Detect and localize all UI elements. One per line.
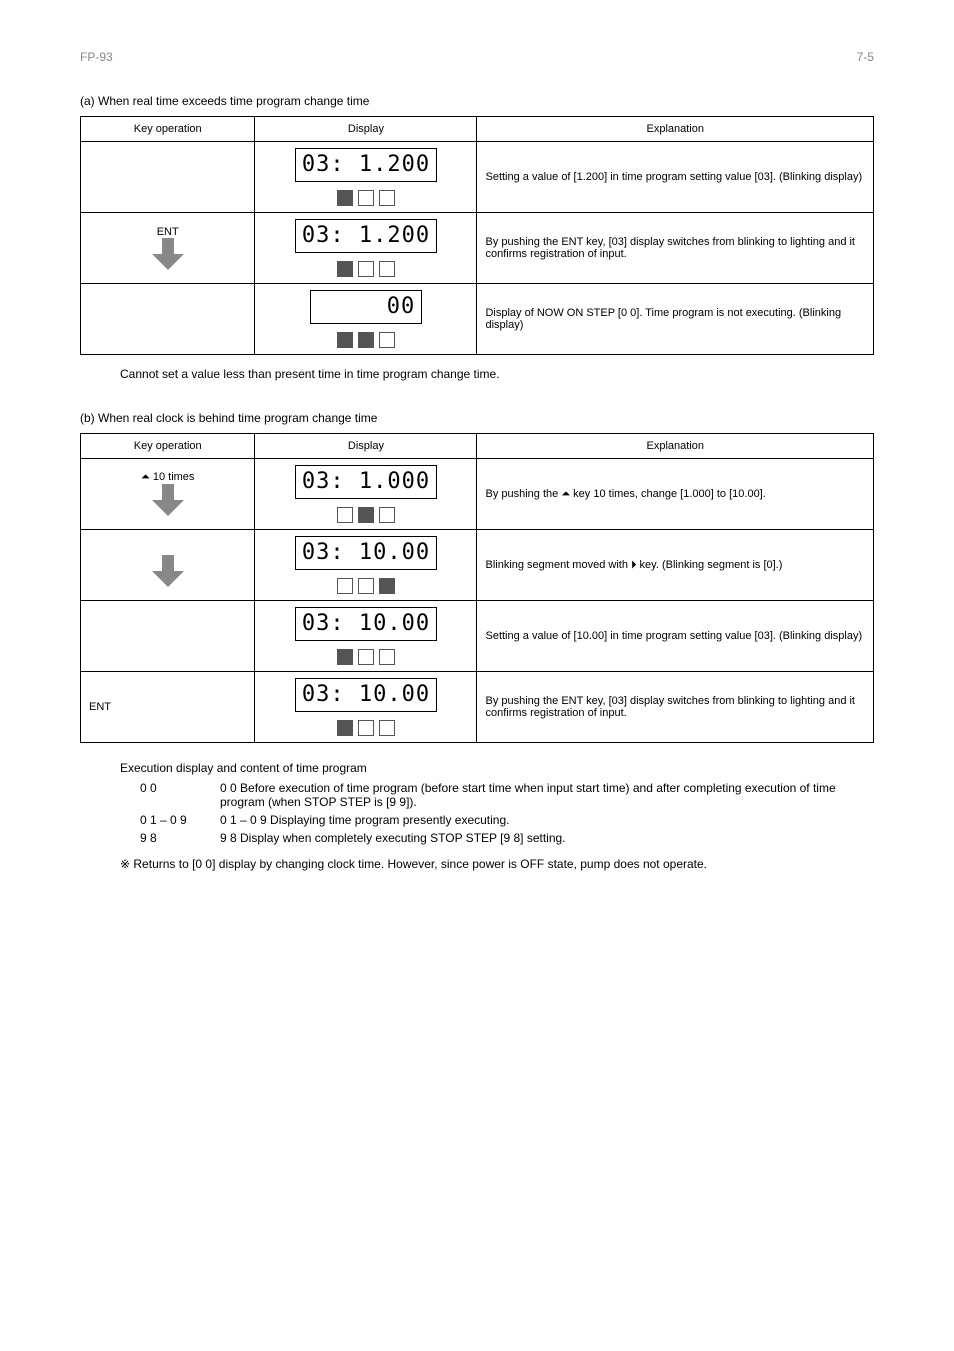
indicator-box xyxy=(379,332,395,348)
indicator-box xyxy=(379,649,395,665)
lcd-display: 03: 1.200 xyxy=(295,148,437,182)
key-label: ENT xyxy=(89,226,246,238)
display-cell: 00 xyxy=(255,284,477,355)
table-row: 03: 10.00 Setting a value of [10.00] in … xyxy=(81,601,874,672)
table-row: 03: 1.200 Setting a value of [1.200] in … xyxy=(81,142,874,213)
indicator-box xyxy=(358,507,374,523)
indicator-box xyxy=(358,720,374,736)
indicator-box xyxy=(358,190,374,206)
indicator-box xyxy=(337,578,353,594)
explanation-cell: By pushing the ENT key, [03] display swi… xyxy=(477,213,874,284)
indicator-box xyxy=(379,507,395,523)
indicator-boxes xyxy=(263,649,468,665)
display-cell: 03: 10.00 xyxy=(255,672,477,743)
indicator-box xyxy=(358,332,374,348)
indicator-boxes xyxy=(263,332,468,348)
indicator-box xyxy=(337,261,353,277)
key-cell xyxy=(81,142,255,213)
table-a: Key operation Display Explanation 03: 1.… xyxy=(80,116,874,355)
indicator-box xyxy=(358,649,374,665)
key-cell: ENT xyxy=(81,672,255,743)
indicator-boxes xyxy=(263,578,468,594)
explanation-cell: Setting a value of [1.200] in time progr… xyxy=(477,142,874,213)
explanation-cell: Blinking segment moved with ⏵ key. (Blin… xyxy=(477,530,874,601)
note-1: Cannot set a value less than present tim… xyxy=(120,367,755,381)
table-header: Key operation xyxy=(81,117,255,142)
note2-footer: Returns to [0 0] display by changing clo… xyxy=(133,857,707,871)
display-cell: 03: 1.000 xyxy=(255,459,477,530)
arrow-down-icon xyxy=(148,238,188,270)
note2-item: 9 8 Display when completely executing ST… xyxy=(220,831,874,845)
lcd-display: 03: 1.200 xyxy=(295,219,437,253)
table-header: Display xyxy=(255,434,477,459)
table-row: 03: 10.00 Blinking segment moved with ⏵ … xyxy=(81,530,874,601)
lcd-display: 03: 10.00 xyxy=(295,678,437,712)
list-item: 0 0 0 0 Before execution of time program… xyxy=(140,781,874,809)
header-right: 7-5 xyxy=(857,50,874,64)
table-row: ENT 03: 1.200 By pushing the ENT key, [0… xyxy=(81,213,874,284)
key-cell: ⏶ 10 times xyxy=(81,459,255,530)
lcd-display: 03: 10.00 xyxy=(295,607,437,641)
table-row: 00 Display of NOW ON STEP [0 0]. Time pr… xyxy=(81,284,874,355)
indicator-box xyxy=(337,332,353,348)
explanation-cell: By pushing the ⏶ key 10 times, change [1… xyxy=(477,459,874,530)
indicator-boxes xyxy=(263,507,468,523)
list-item: 0 1 – 0 9 0 1 – 0 9 Displaying time prog… xyxy=(140,813,874,827)
arrow-down-icon xyxy=(148,484,188,516)
lcd-display: 03: 10.00 xyxy=(295,536,437,570)
note2-title: Execution display and content of time pr… xyxy=(120,761,874,775)
arrow-down-icon xyxy=(148,555,188,587)
display-cell: 03: 10.00 xyxy=(255,601,477,672)
indicator-box xyxy=(379,578,395,594)
indicator-box xyxy=(358,578,374,594)
table-header: Key operation xyxy=(81,434,255,459)
indicator-box xyxy=(358,261,374,277)
indicator-box xyxy=(337,190,353,206)
indicator-boxes xyxy=(263,720,468,736)
explanation-cell: Display of NOW ON STEP [0 0]. Time progr… xyxy=(477,284,874,355)
explanation-cell: By pushing the ENT key, [03] display swi… xyxy=(477,672,874,743)
table-header: Display xyxy=(255,117,477,142)
key-cell xyxy=(81,284,255,355)
indicator-box xyxy=(337,649,353,665)
note2-item: 0 0 Before execution of time program (be… xyxy=(220,781,874,809)
key-cell xyxy=(81,601,255,672)
display-cell: 03: 1.200 xyxy=(255,142,477,213)
section-a-title: (a) When real time exceeds time program … xyxy=(80,94,874,108)
table-header: Explanation xyxy=(477,434,874,459)
table-header: Explanation xyxy=(477,117,874,142)
lcd-display: 03: 1.000 xyxy=(295,465,437,499)
table-row: ENT 03: 10.00 By pushing the ENT key, [0… xyxy=(81,672,874,743)
key-cell xyxy=(81,530,255,601)
key-cell: ENT xyxy=(81,213,255,284)
key-label: ENT xyxy=(89,701,246,713)
explanation-cell: Setting a value of [10.00] in time progr… xyxy=(477,601,874,672)
indicator-box xyxy=(379,720,395,736)
list-item: 9 8 9 8 Display when completely executin… xyxy=(140,831,874,845)
indicator-boxes xyxy=(263,190,468,206)
indicator-boxes xyxy=(263,261,468,277)
indicator-box xyxy=(379,190,395,206)
indicator-box xyxy=(337,507,353,523)
lcd-display: 00 xyxy=(310,290,423,324)
display-cell: 03: 1.200 xyxy=(255,213,477,284)
display-cell: 03: 10.00 xyxy=(255,530,477,601)
table-row: ⏶ 10 times 03: 1.000 By pushing the ⏶ ke… xyxy=(81,459,874,530)
section-b-title: (b) When real clock is behind time progr… xyxy=(80,411,874,425)
key-label: ⏶ 10 times xyxy=(89,471,246,484)
indicator-box xyxy=(337,720,353,736)
header-left: FP-93 xyxy=(80,50,113,64)
table-b: Key operation Display Explanation ⏶ 10 t… xyxy=(80,433,874,743)
indicator-box xyxy=(379,261,395,277)
note2-item: 0 1 – 0 9 Displaying time program presen… xyxy=(220,813,874,827)
